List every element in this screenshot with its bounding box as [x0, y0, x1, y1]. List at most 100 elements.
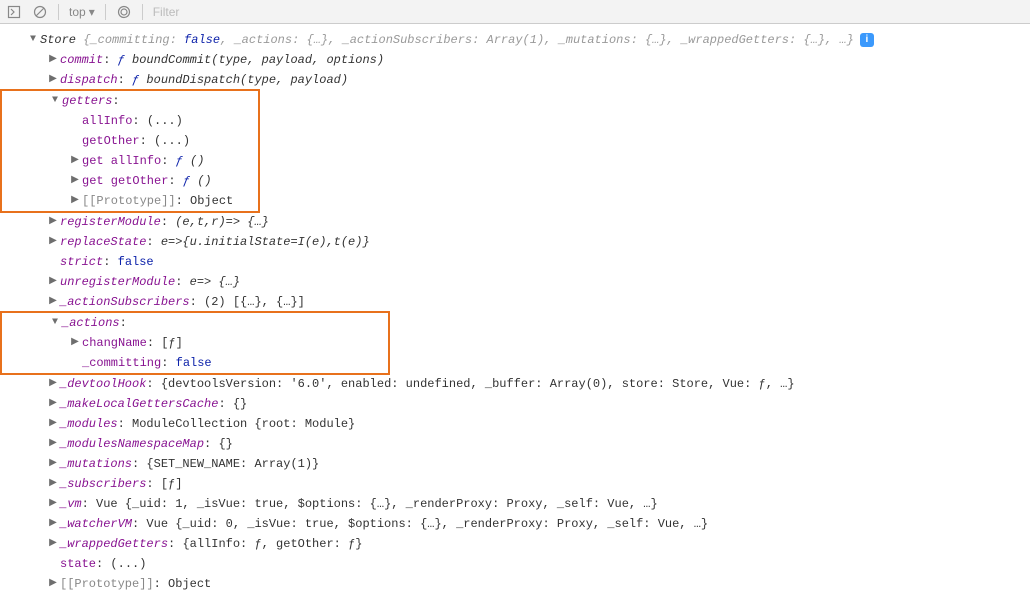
function-f-icon: ƒ	[132, 70, 146, 90]
context-label: top	[69, 5, 86, 19]
property-row[interactable]: ▶ _subscribers: [ƒ]	[0, 474, 1028, 494]
property-value: e=>{u.initialState=I(e),t(e)}	[161, 232, 370, 252]
expand-icon[interactable]: ▶	[48, 574, 58, 594]
property-row[interactable]: ▶ _actionSubscribers: (2) [{…}, {…}]	[0, 292, 1028, 312]
property-key: get getOther	[82, 171, 168, 191]
property-row[interactable]: ▶ _devtoolHook: {devtoolsVersion: '6.0',…	[0, 374, 1028, 394]
property-row[interactable]: ▶ registerModule: (e,t,r)=> {…}	[0, 212, 1028, 232]
expand-icon[interactable]: ▶	[48, 434, 58, 454]
expand-icon[interactable]: ▶	[48, 414, 58, 434]
clear-console-icon[interactable]	[32, 4, 48, 20]
property-key: _actions	[62, 313, 120, 333]
property-value: Object	[168, 574, 211, 594]
expand-icon[interactable]: ▶	[48, 394, 58, 414]
property-row[interactable]: ▶ allInfo: (...)	[2, 111, 258, 131]
property-key: [[Prototype]]	[60, 574, 154, 594]
root-row[interactable]: ▼ Store {_committing: false, _actions: {…	[0, 30, 1028, 50]
property-value: boundCommit(type, payload, options)	[132, 50, 384, 70]
property-row[interactable]: ▶ [[Prototype]]: Object	[0, 574, 1028, 594]
property-row[interactable]: ▶ commit: ƒ boundCommit(type, payload, o…	[0, 50, 1028, 70]
expand-icon[interactable]: ▶	[48, 272, 58, 292]
property-value: ()	[197, 171, 211, 191]
expand-icon[interactable]: ▶	[48, 212, 58, 232]
expand-icon[interactable]: ▶	[70, 171, 80, 191]
property-row[interactable]: ▶ _makeLocalGettersCache: {}	[0, 394, 1028, 414]
expand-icon[interactable]: ▶	[48, 494, 58, 514]
property-row[interactable]: ▶ _modulesNamespaceMap: {}	[0, 434, 1028, 454]
property-row[interactable]: ▶ _mutations: {SET_NEW_NAME: Array(1)}	[0, 454, 1028, 474]
property-key: [[Prototype]]	[82, 191, 176, 211]
expand-icon[interactable]: ▶	[70, 333, 80, 353]
toolbar-separator	[105, 4, 106, 20]
object-preview: {_committing: false, _actions: {…}, _act…	[76, 30, 854, 50]
expand-icon[interactable]: ▶	[48, 232, 58, 252]
property-value: [ƒ]	[161, 474, 183, 494]
property-value: {}	[233, 394, 247, 414]
expand-icon[interactable]: ▶	[48, 50, 58, 70]
property-row[interactable]: ▼ getters:	[2, 91, 258, 111]
property-value: {allInfo: ƒ, getOther: ƒ}	[182, 534, 362, 554]
property-row[interactable]: ▶ _watcherVM: Vue {_uid: 0, _isVue: true…	[0, 514, 1028, 534]
property-row[interactable]: ▶ _vm: Vue {_uid: 1, _isVue: true, $opti…	[0, 494, 1028, 514]
toolbar-separator	[142, 4, 143, 20]
context-selector[interactable]: top ▾	[69, 5, 95, 19]
property-key: get allInfo	[82, 151, 161, 171]
property-key: _actionSubscribers	[60, 292, 190, 312]
property-value: Vue {_uid: 1, _isVue: true, $options: {……	[96, 494, 658, 514]
expand-icon[interactable]: ▶	[70, 151, 80, 171]
expand-icon[interactable]: ▶	[48, 292, 58, 312]
highlighted-actions-block: ▼ _actions: ▶ changName: [ƒ] ▶ _committi…	[0, 311, 390, 375]
property-key: replaceState	[60, 232, 146, 252]
expand-icon[interactable]: ▶	[48, 534, 58, 554]
property-row[interactable]: ▶ _wrappedGetters: {allInfo: ƒ, getOther…	[0, 534, 1028, 554]
property-key: _wrappedGetters	[60, 534, 168, 554]
expand-icon[interactable]: ▶	[48, 474, 58, 494]
highlighted-getters-block: ▼ getters: ▶ allInfo: (...) ▶ getOther: …	[0, 89, 260, 213]
property-row[interactable]: ▶ changName: [ƒ]	[2, 333, 388, 353]
expand-icon[interactable]: ▼	[50, 91, 60, 111]
property-value: Vue {_uid: 0, _isVue: true, $options: {……	[146, 514, 708, 534]
property-row[interactable]: ▼ _actions:	[2, 313, 388, 333]
property-value: boundDispatch(type, payload)	[146, 70, 348, 90]
property-row[interactable]: ▶ unregisterModule: e=> {…}	[0, 272, 1028, 292]
property-row[interactable]: ▶ replaceState: e=>{u.initialState=I(e),…	[0, 232, 1028, 252]
function-f-icon: ƒ	[176, 151, 190, 171]
expand-icon[interactable]: ▶	[48, 70, 58, 90]
property-value: (...)	[147, 111, 183, 131]
expand-icon[interactable]: ▶	[70, 191, 80, 211]
property-value: Object	[190, 191, 233, 211]
live-expression-icon[interactable]	[116, 4, 132, 20]
property-key: _committing	[82, 353, 161, 373]
property-value: (...)	[110, 554, 146, 574]
filter-input[interactable]: Filter	[153, 5, 180, 19]
property-key: allInfo	[82, 111, 132, 131]
property-key: _vm	[60, 494, 82, 514]
expand-icon[interactable]: ▶	[48, 374, 58, 394]
property-value: {SET_NEW_NAME: Array(1)}	[146, 454, 319, 474]
property-key: getOther	[82, 131, 140, 151]
property-row[interactable]: ▶ _committing: false	[2, 353, 388, 373]
expand-icon[interactable]: ▶	[48, 454, 58, 474]
object-tree: ▼ Store {_committing: false, _actions: {…	[0, 24, 1030, 600]
property-key: commit	[60, 50, 103, 70]
property-value: e=> {…}	[190, 272, 240, 292]
property-row[interactable]: ▶ get allInfo: ƒ ()	[2, 151, 258, 171]
expand-icon[interactable]: ▼	[50, 313, 60, 333]
property-row[interactable]: ▶ getOther: (...)	[2, 131, 258, 151]
property-row[interactable]: ▶ [[Prototype]]: Object	[2, 191, 258, 211]
property-key: state	[60, 554, 96, 574]
expand-icon[interactable]: ▶	[48, 514, 58, 534]
property-row[interactable]: ▶ _modules: ModuleCollection {root: Modu…	[0, 414, 1028, 434]
expand-icon[interactable]: ▼	[28, 30, 38, 50]
property-key: _modulesNamespaceMap	[60, 434, 204, 454]
property-key: registerModule	[60, 212, 161, 232]
property-value: ()	[190, 151, 204, 171]
info-icon[interactable]: i	[860, 33, 874, 47]
console-toolbar: top ▾ Filter	[0, 0, 1030, 24]
property-row[interactable]: ▶ dispatch: ƒ boundDispatch(type, payloa…	[0, 70, 1028, 90]
property-row[interactable]: ▶ strict: false	[0, 252, 1028, 272]
property-row[interactable]: ▶ state: (...)	[0, 554, 1028, 574]
property-row[interactable]: ▶ get getOther: ƒ ()	[2, 171, 258, 191]
execution-context-icon[interactable]	[6, 4, 22, 20]
property-value: {}	[218, 434, 232, 454]
